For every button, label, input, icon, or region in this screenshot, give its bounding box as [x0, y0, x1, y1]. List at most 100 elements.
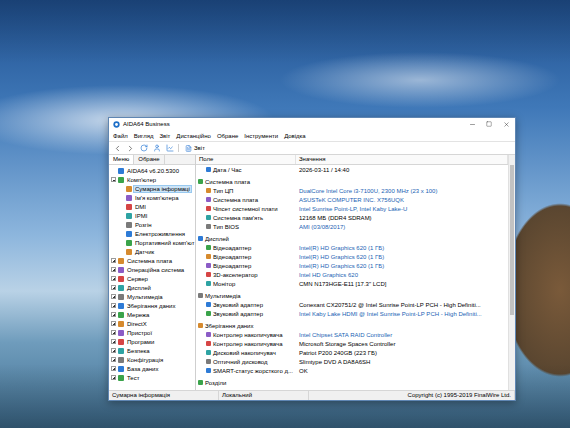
tree-label[interactable]: Тест — [126, 375, 140, 381]
table-row[interactable]: Звуковий адаптерIntel Kaby Lake HDMI @ I… — [196, 309, 508, 318]
tree-label[interactable]: DirectX — [126, 321, 148, 327]
menu-item[interactable]: Вигляд — [134, 133, 154, 139]
tree-item[interactable]: Програми — [109, 337, 195, 346]
value-cell[interactable]: Intel Kaby Lake HDMI @ Intel Sunrise Poi… — [296, 311, 508, 317]
tree-item[interactable]: Тест — [109, 373, 195, 382]
tree-item[interactable]: Розгін — [109, 220, 195, 229]
table-row[interactable]: Дисковий накопичувачPatriot P200 240GB (… — [196, 348, 508, 357]
tree-item[interactable]: DMI — [109, 202, 195, 211]
tree-item[interactable]: Операційна система — [109, 265, 195, 274]
tree-item[interactable]: Мультимедіа — [109, 292, 195, 301]
expander-icon[interactable] — [111, 366, 116, 371]
group-row[interactable]: Зберігання даних — [196, 321, 508, 330]
table-row[interactable]: Тип ЦПDualCore Intel Core i3-7100U, 2300… — [196, 186, 508, 195]
tree-item[interactable]: Сумарна інформаці — [109, 184, 195, 193]
expander-icon[interactable] — [111, 258, 116, 263]
menu-item[interactable]: Дистанційно — [176, 133, 211, 139]
tree-item[interactable]: Портативний комп'ют — [109, 238, 195, 247]
tree-item[interactable]: Системна плата — [109, 256, 195, 265]
menu-item[interactable]: Файл — [113, 133, 128, 139]
table-row[interactable]: ВідеоадаптерIntel(R) HD Graphics 620 (1 … — [196, 261, 508, 270]
user-button[interactable] — [152, 144, 161, 153]
tree-label[interactable]: Операційна система — [126, 267, 185, 273]
expander-icon[interactable] — [111, 321, 116, 326]
tree-item[interactable]: Мережа — [109, 310, 195, 319]
value-cell[interactable]: Intel HD Graphics 620 — [296, 272, 508, 278]
table-row[interactable]: ВідеоадаптерIntel(R) HD Graphics 620 (1 … — [196, 243, 508, 252]
expander-icon[interactable] — [111, 177, 116, 182]
tree-item[interactable]: Зберігання даних — [109, 301, 195, 310]
table-row[interactable]: Тип BIOSAMI (03/08/2017) — [196, 222, 508, 231]
table-row[interactable]: SMART-статус жорсткого д...OK — [196, 366, 508, 375]
table-row[interactable]: Чіпсет системної платиIntel Sunrise Poin… — [196, 204, 508, 213]
refresh-button[interactable] — [139, 144, 148, 153]
tree-label[interactable]: Датчик — [134, 249, 155, 255]
tree-item[interactable]: Сервер — [109, 274, 195, 283]
expander-icon[interactable] — [111, 330, 116, 335]
tree-item[interactable]: DirectX — [109, 319, 195, 328]
expander-icon[interactable] — [111, 267, 116, 272]
tree-label[interactable]: Розгін — [134, 222, 153, 228]
expander-icon[interactable] — [111, 339, 116, 344]
tree-item[interactable]: Пристрої — [109, 328, 195, 337]
tree-label[interactable]: DMI — [134, 204, 147, 210]
expander-icon[interactable] — [111, 303, 116, 308]
tree-item[interactable]: Дисплей — [109, 283, 195, 292]
tree-item[interactable]: AIDA64 v6.20.5300 — [109, 166, 195, 175]
group-row[interactable]: Системна плата — [196, 177, 508, 186]
chart-button[interactable] — [165, 144, 174, 153]
tree-label[interactable]: Мережа — [126, 312, 150, 318]
expander-icon[interactable] — [111, 312, 116, 317]
menu-item[interactable]: Довідка — [284, 133, 306, 139]
tree-item[interactable]: Комп'ютер — [109, 175, 195, 184]
close-button[interactable] — [499, 119, 513, 129]
value-cell[interactable]: Intel(R) HD Graphics 620 (1 ГБ) — [296, 254, 508, 260]
tree-item[interactable]: Конфігурація — [109, 355, 195, 364]
tree-label[interactable]: Програми — [126, 339, 155, 345]
tree-label[interactable]: Сумарна інформаці — [134, 186, 191, 192]
maximize-button[interactable] — [482, 119, 496, 129]
value-cell[interactable]: Intel Chipset SATA RAID Controller — [296, 332, 508, 338]
tree-label[interactable]: Ім'я комп'ютера — [134, 195, 179, 201]
scroll-thumb[interactable] — [510, 165, 514, 315]
value-cell[interactable]: ASUSTeK COMPUTER INC. X756UQK — [296, 197, 508, 203]
expander-icon[interactable] — [111, 375, 116, 380]
menu-item[interactable]: Інструменти — [244, 133, 278, 139]
tree-label[interactable]: AIDA64 v6.20.5300 — [126, 168, 180, 174]
tree-item[interactable]: Ім'я комп'ютера — [109, 193, 195, 202]
tree-item[interactable]: База даних — [109, 364, 195, 373]
value-cell[interactable]: Intel(R) HD Graphics 620 (1 ГБ) — [296, 245, 508, 251]
expander-icon[interactable] — [111, 348, 116, 353]
value-cell[interactable]: Intel Sunrise Point-LP, Intel Kaby Lake-… — [296, 206, 508, 212]
tree-label[interactable]: Мультимедіа — [126, 294, 164, 300]
table-row[interactable]: 3D-акселераторIntel HD Graphics 620 — [196, 270, 508, 279]
table-row[interactable]: Звуковий адаптерConexant CX20751/2 @ Int… — [196, 300, 508, 309]
column-header[interactable]: Значення — [296, 155, 508, 164]
tree-label[interactable]: Комп'ютер — [126, 177, 157, 183]
tree-label[interactable]: Дисплей — [126, 285, 152, 291]
table-row[interactable]: Контролер накопичувачаMicrosoft Storage … — [196, 339, 508, 348]
tree-label[interactable]: Сервер — [126, 276, 149, 282]
group-row[interactable]: Дисплей — [196, 234, 508, 243]
expander-icon[interactable] — [111, 276, 116, 281]
table-row[interactable]: ВідеоадаптерIntel(R) HD Graphics 620 (1 … — [196, 252, 508, 261]
value-cell[interactable]: AMI (03/08/2017) — [296, 224, 508, 230]
table-row[interactable]: Контролер накопичувачаIntel Chipset SATA… — [196, 330, 508, 339]
tree-label[interactable]: Системна плата — [126, 258, 173, 264]
value-cell[interactable]: Intel(R) HD Graphics 620 (1 ГБ) — [296, 263, 508, 269]
tree-item[interactable]: IPMI — [109, 211, 195, 220]
value-cell[interactable]: DualCore Intel Core i3-7100U, 2300 MHz (… — [296, 188, 508, 194]
table-row[interactable]: Дата / Час2026-03-11 / 14:40 — [196, 165, 508, 174]
table-row[interactable]: Системна платаASUSTeK COMPUTER INC. X756… — [196, 195, 508, 204]
report-button[interactable]: Звіт — [183, 145, 207, 152]
table-row[interactable]: Оптичний дисководSlimtype DVD A DA8A6SH — [196, 357, 508, 366]
table-row[interactable]: МоніторCMN N173HGE-E11 [17.3" LCD] — [196, 279, 508, 288]
back-button[interactable] — [113, 144, 122, 153]
tree-label[interactable]: Конфігурація — [126, 357, 164, 363]
tree-label[interactable]: IPMI — [134, 213, 148, 219]
sidebar-tab[interactable]: Меню — [109, 155, 134, 164]
tree-item[interactable]: Датчик — [109, 247, 195, 256]
scrollbar[interactable] — [508, 155, 515, 390]
table-row[interactable]: Системна пам'ять12168 МБ (DDR4 SDRAM) — [196, 213, 508, 222]
sidebar-tab[interactable]: Обране — [134, 155, 164, 164]
